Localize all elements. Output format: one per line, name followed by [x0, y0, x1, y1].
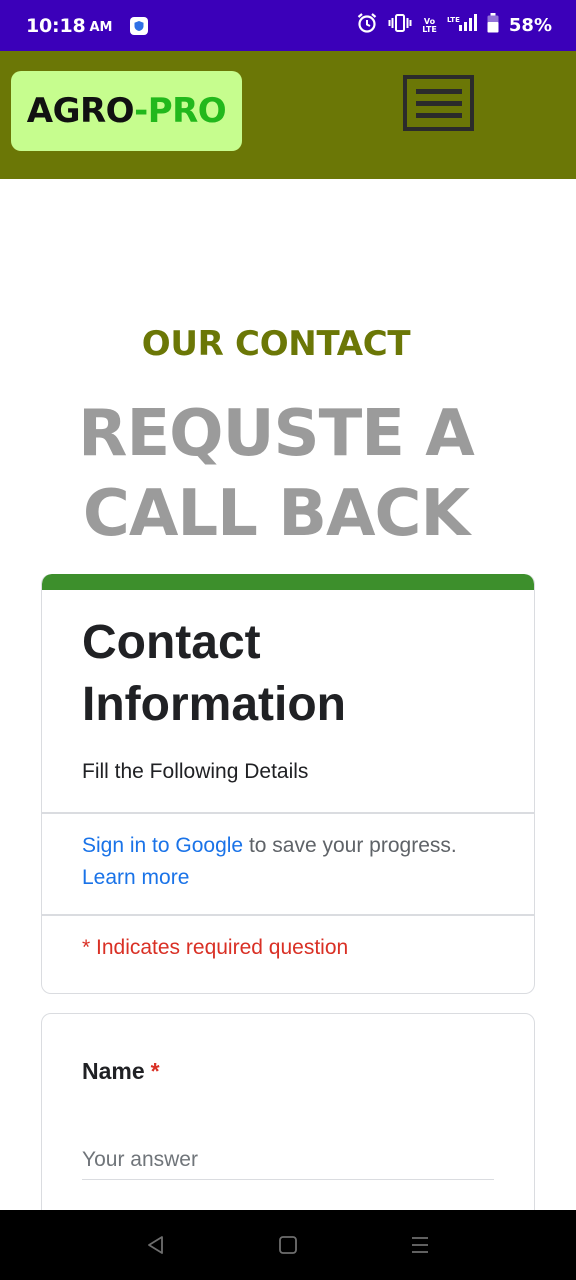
back-triangle-icon[interactable]	[136, 1225, 176, 1265]
network-type-bottom: LTE	[422, 24, 437, 34]
system-nav-bar	[0, 1210, 576, 1280]
required-note: * Indicates required question	[82, 936, 349, 959]
form-title: Contact Information	[82, 612, 502, 736]
form-title-line-2: Information	[82, 678, 346, 731]
agro-pro-logo[interactable]: AGRO - PRO	[11, 71, 242, 151]
question-label: Name *	[82, 1058, 160, 1085]
battery-percentage: 58%	[508, 15, 552, 36]
vibrate-icon	[388, 13, 412, 38]
required-asterisk: *	[150, 1058, 160, 1084]
section-title-line-2: CALL BACK	[82, 477, 470, 551]
site-header: AGRO - PRO	[0, 51, 576, 179]
logo-text-pro: PRO	[147, 91, 227, 131]
form-divider	[42, 914, 534, 916]
section-eyebrow: OUR CONTACT	[141, 324, 411, 364]
form-header-card: Contact Information Fill the Following D…	[41, 574, 535, 994]
recents-lines-icon[interactable]	[400, 1225, 440, 1265]
hamburger-menu-icon-line	[415, 112, 462, 118]
status-bar: 10:18 AM Vo LTE LTE 58%	[0, 0, 576, 51]
name-input[interactable]	[82, 1140, 494, 1180]
logo-text-dash: -	[134, 91, 148, 131]
learn-more-link[interactable]: Learn more	[82, 866, 189, 889]
form-divider	[42, 812, 534, 814]
signin-link[interactable]: Sign in to Google	[82, 834, 243, 857]
logo-text-agro: AGRO	[26, 91, 135, 131]
section-title-line-1: REQUSTE A	[78, 397, 475, 471]
battery-icon	[487, 13, 499, 38]
form-title-line-1: Contact	[82, 616, 261, 669]
hamburger-menu-icon-line	[415, 88, 462, 94]
form-description: Fill the Following Details	[82, 760, 309, 783]
status-right-group: Vo LTE LTE 58%	[356, 12, 552, 39]
signin-prompt: Sign in to Google to save your progress.…	[82, 830, 512, 894]
shield-app-icon	[130, 16, 149, 35]
alarm-icon	[356, 12, 378, 39]
section-title: REQUSTE A CALL BACK	[0, 394, 552, 554]
network-type: Vo LTE	[422, 17, 437, 34]
hamburger-menu-button[interactable]	[403, 75, 474, 131]
signin-suffix-text: to save your progress.	[243, 834, 457, 857]
svg-text:LTE: LTE	[447, 16, 460, 24]
home-square-icon[interactable]	[268, 1225, 308, 1265]
hamburger-menu-icon-line	[415, 100, 462, 106]
status-ampm: AM	[89, 20, 113, 35]
signal-icon: LTE	[447, 13, 477, 38]
form-accent-bar	[42, 574, 534, 590]
question-label-text: Name	[82, 1058, 145, 1084]
status-time: 10:18	[26, 14, 86, 37]
